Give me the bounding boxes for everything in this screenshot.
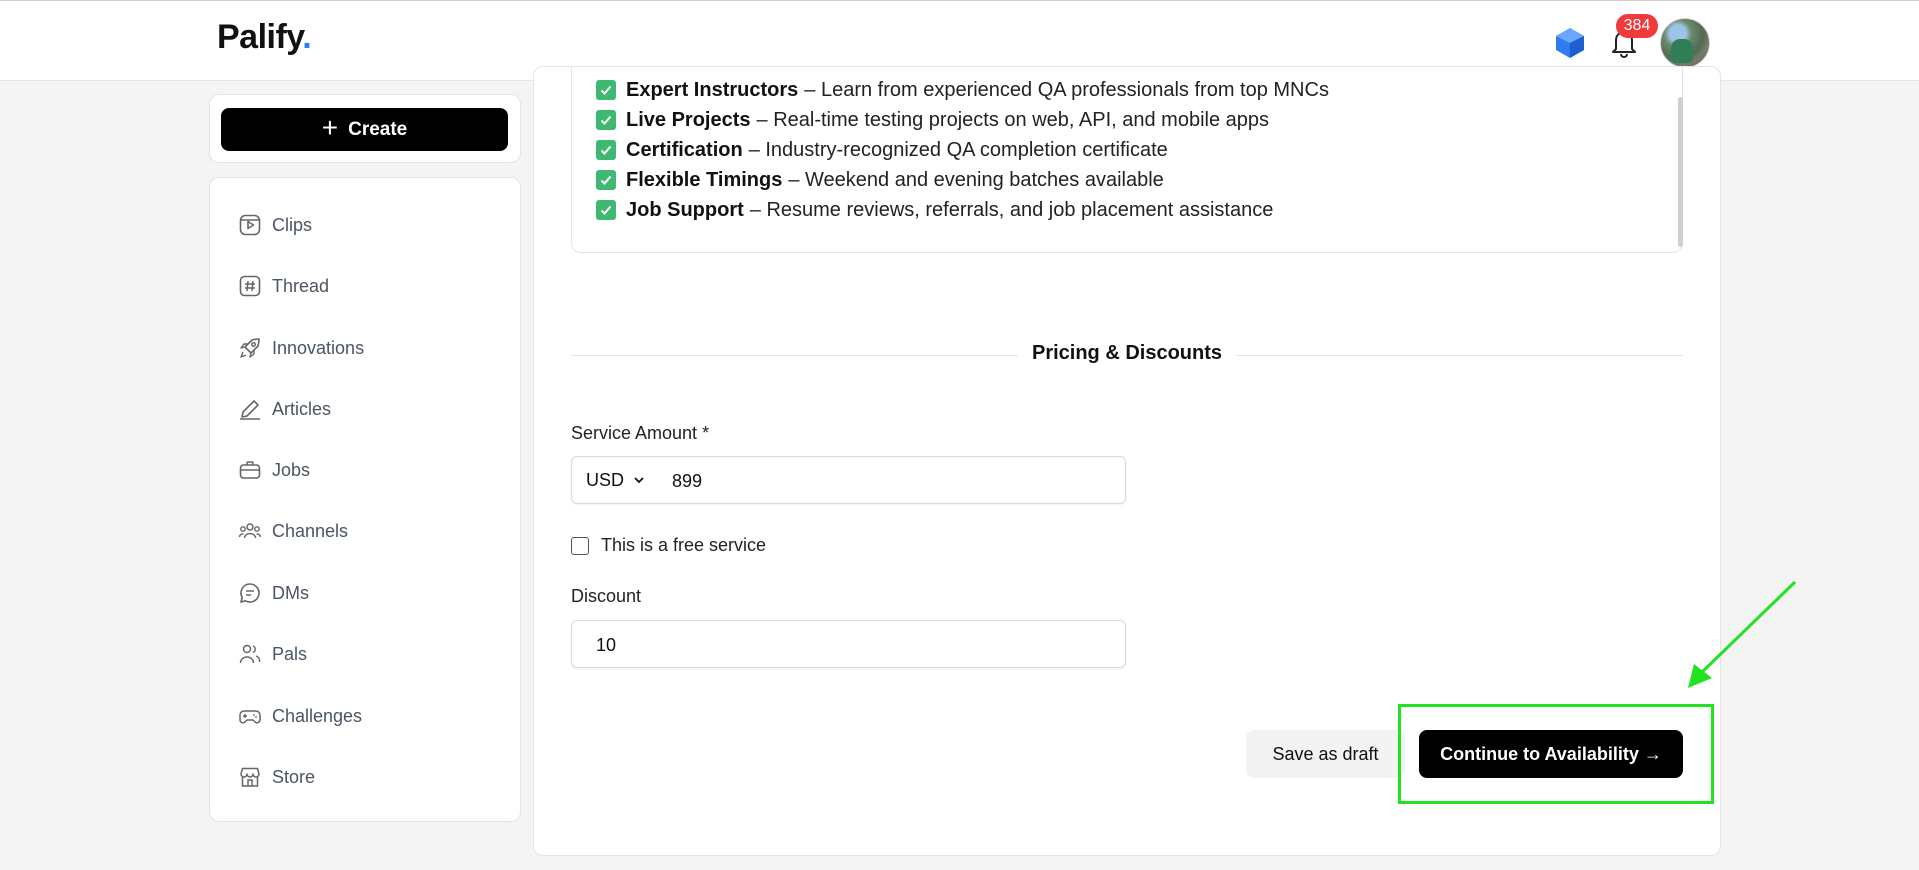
discount-label: Discount — [571, 586, 642, 606]
sidebar-item-jobs[interactable]: Jobs — [238, 452, 310, 488]
create-button[interactable]: + Create — [221, 108, 508, 151]
scrollbar-thumb[interactable] — [1678, 97, 1683, 247]
notification-badge: 384 — [1616, 14, 1658, 38]
list-item: Certification – Industry-recognized QA co… — [596, 135, 1168, 165]
section-title: Pricing & Discounts — [534, 342, 1720, 365]
create-card: + Create — [209, 94, 521, 163]
diamond-gem-icon[interactable] — [1553, 26, 1587, 60]
checkmark-icon — [596, 170, 616, 190]
users-icon — [239, 644, 261, 664]
sidebar-item-store[interactable]: Store — [238, 759, 315, 795]
list-item: Live Projects – Real-time testing project… — [596, 105, 1269, 135]
annotation-arrow-icon — [1688, 580, 1797, 688]
free-service-checkbox[interactable] — [571, 536, 589, 555]
checkmark-icon — [596, 140, 616, 160]
clips-play-icon — [239, 214, 261, 236]
discount-field — [571, 620, 1126, 669]
chat-bubble-icon — [240, 583, 260, 603]
checkmark-icon — [596, 200, 616, 220]
sidebar-item-clips[interactable]: Clips — [238, 207, 312, 243]
store-icon — [240, 767, 260, 787]
create-label: Create — [348, 118, 408, 140]
sidebar-item-pals[interactable]: Pals — [238, 636, 307, 672]
palify-logo[interactable]: Palify. — [217, 18, 312, 57]
plus-icon: + — [321, 112, 339, 143]
sidebar-item-articles[interactable]: Articles — [238, 391, 331, 427]
free-service-option[interactable]: This is a free service — [571, 535, 766, 556]
hash-icon — [239, 275, 261, 297]
currency-select[interactable]: USD — [586, 457, 646, 503]
list-item: Flexible Timings – Weekend and evening ba… — [596, 165, 1164, 195]
user-avatar[interactable] — [1660, 18, 1710, 68]
service-amount-label: Service Amount * — [571, 423, 710, 443]
sidebar-item-challenges[interactable]: Challenges — [238, 698, 362, 734]
service-amount-field: USD — [571, 456, 1126, 505]
sidebar-item-dms[interactable]: DMs — [238, 575, 309, 611]
sidebar-item-innovations[interactable]: Innovations — [238, 330, 364, 366]
service-amount-input[interactable] — [670, 457, 1094, 505]
gamepad-icon — [239, 710, 261, 724]
pencil-icon — [240, 400, 260, 420]
checkmark-icon — [596, 80, 616, 100]
highlight-box — [1398, 704, 1714, 804]
briefcase-icon — [239, 461, 261, 479]
checkmark-icon — [596, 110, 616, 130]
list-item: Job Support – Resume reviews, referrals, … — [596, 195, 1273, 225]
sidebar-nav: Clips Thread Innovations Articles Jobs C… — [209, 177, 521, 822]
people-group-icon — [238, 523, 262, 539]
features-list[interactable]: Expert Instructors – Learn from experienc… — [571, 67, 1683, 253]
discount-input[interactable] — [594, 621, 1098, 669]
sidebar-item-channels[interactable]: Channels — [238, 513, 348, 549]
sidebar-item-thread[interactable]: Thread — [238, 268, 329, 304]
save-draft-button[interactable]: Save as draft — [1246, 730, 1405, 778]
chevron-down-icon — [634, 477, 644, 484]
rocket-icon — [240, 338, 260, 358]
list-item: Expert Instructors – Learn from experienc… — [596, 75, 1329, 105]
